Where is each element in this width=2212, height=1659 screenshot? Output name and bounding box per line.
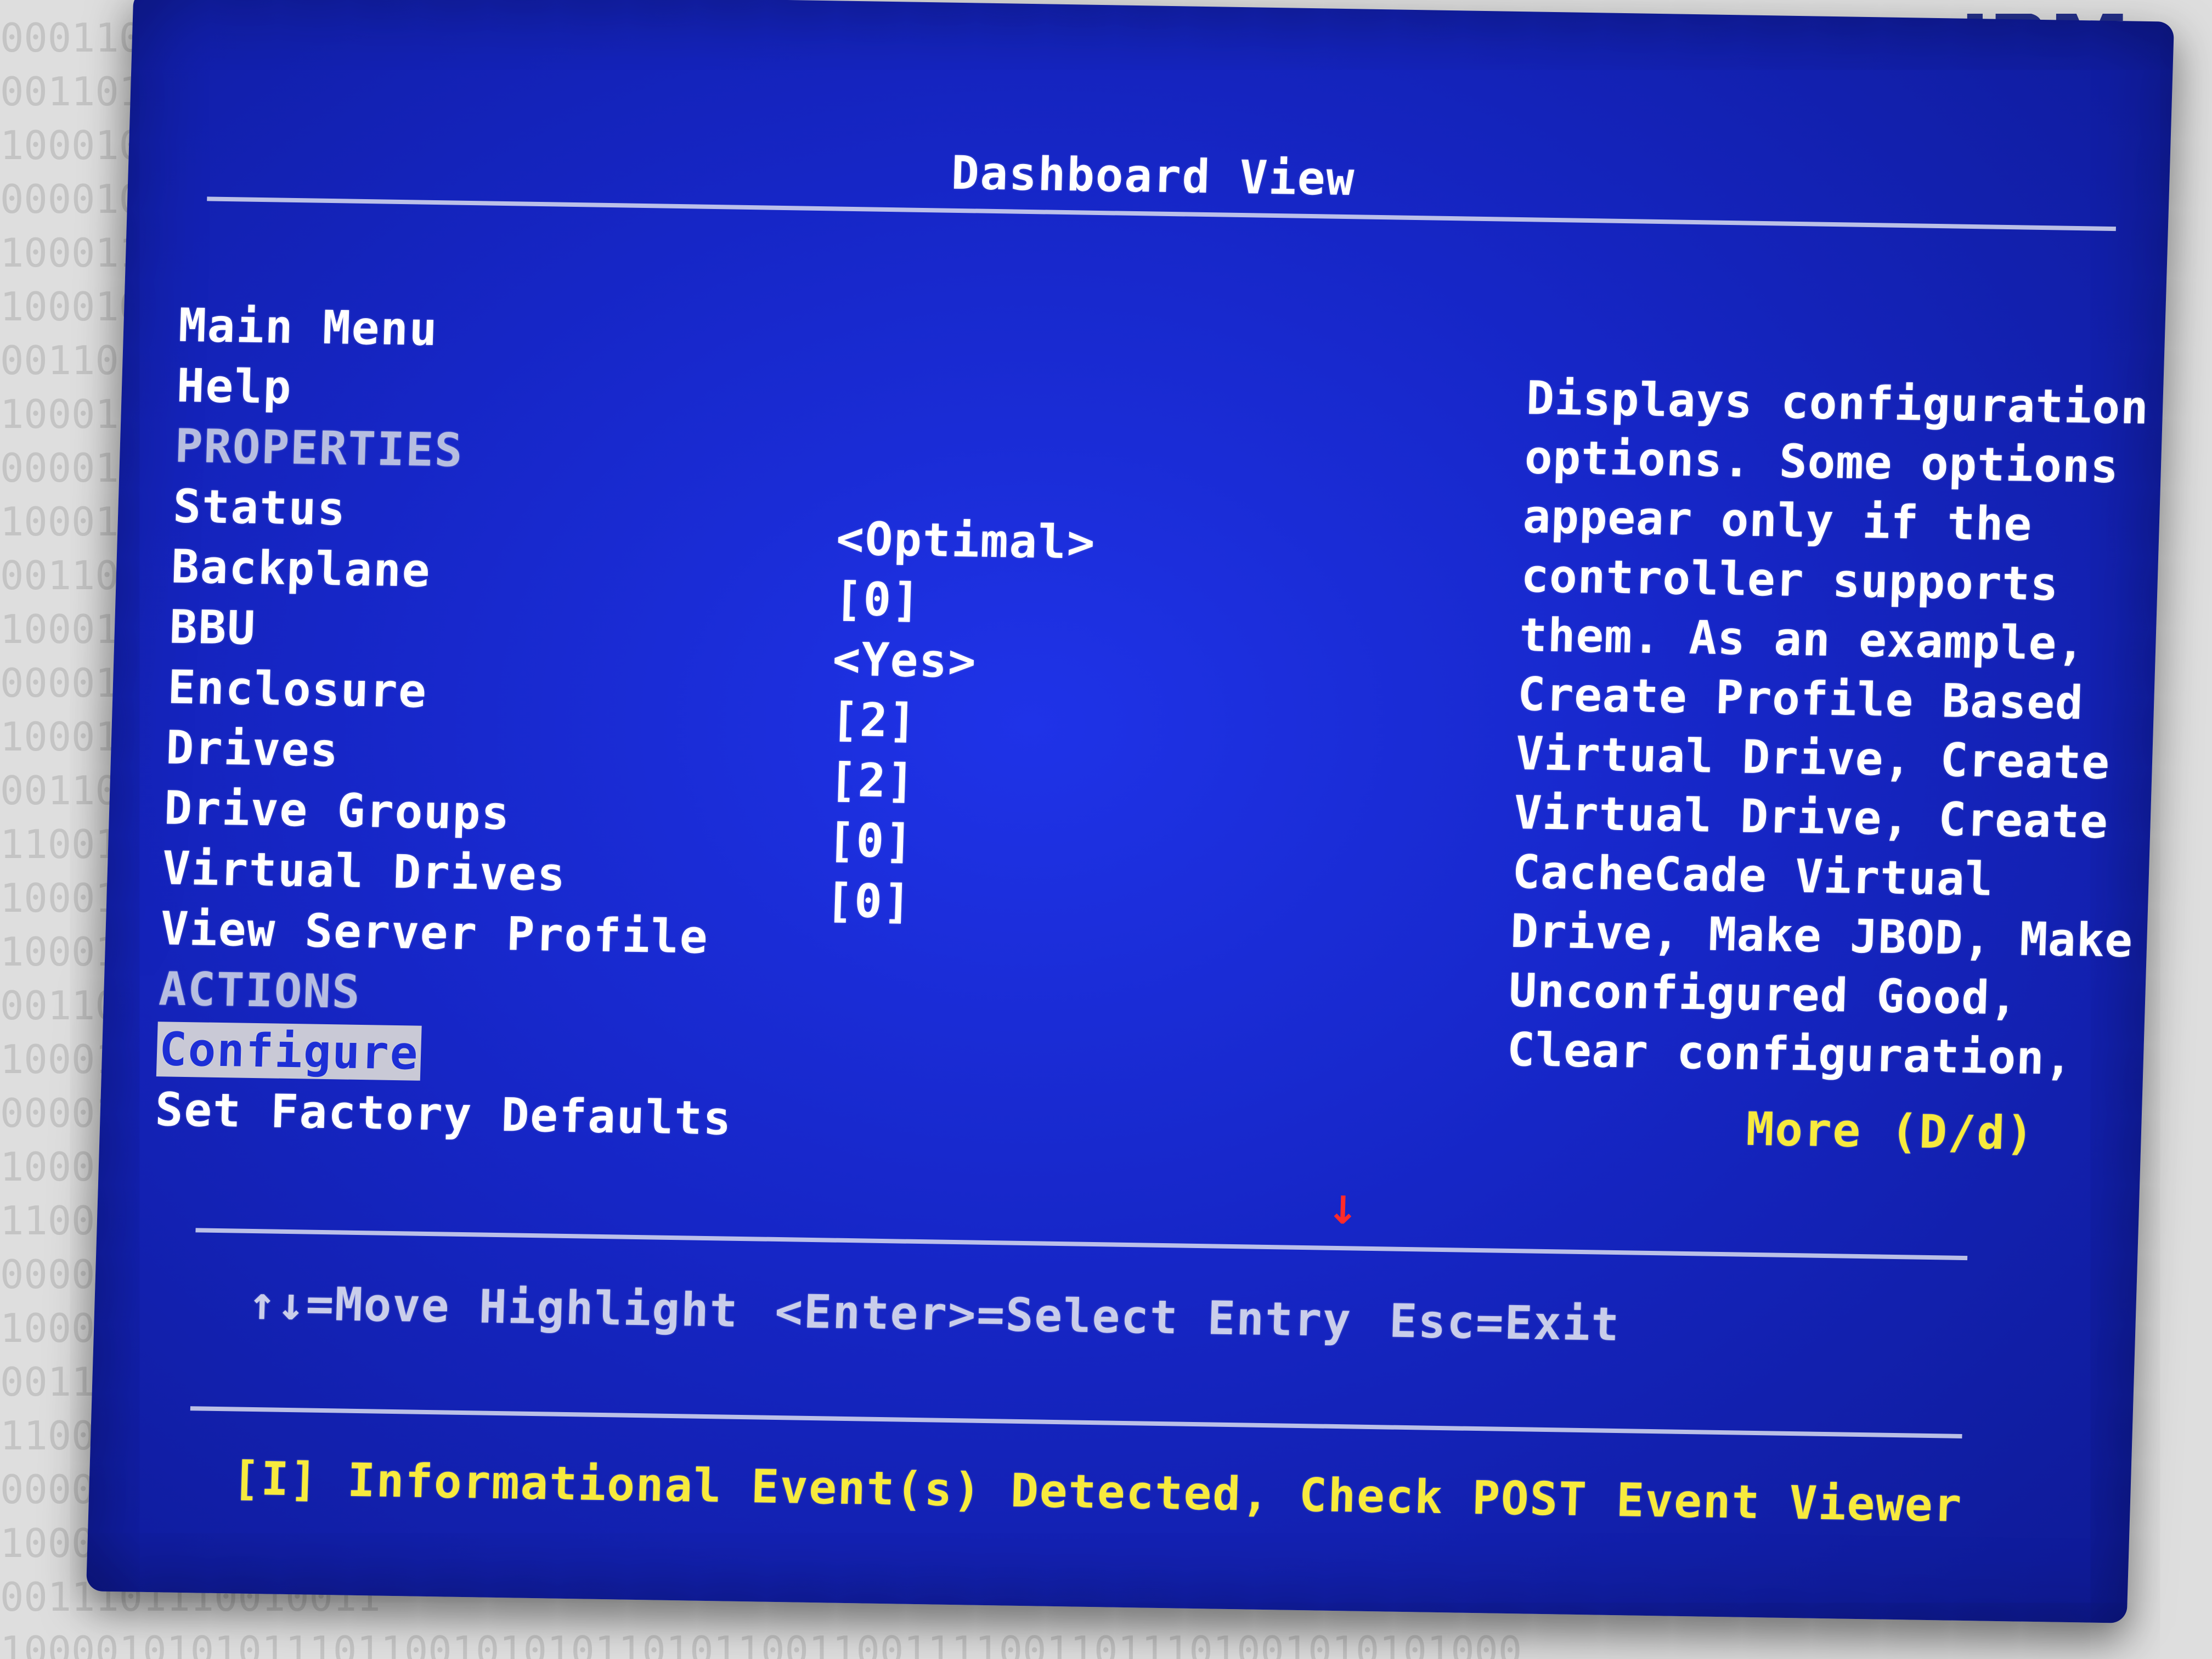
status-divider (190, 1406, 1962, 1438)
menu-item-enclosure[interactable]: Enclosure (167, 659, 428, 718)
help-line: controller supports (1520, 549, 2059, 611)
menu-item-drives[interactable]: Drives (165, 720, 340, 777)
menu-item-view-server-profile[interactable]: View Server Profile (160, 901, 709, 964)
menu-item-drive-groups[interactable]: Drive Groups (163, 780, 511, 840)
menu-item-set-factory-defaults[interactable]: Set Factory Defaults (155, 1082, 733, 1146)
help-line: Clear configuration, (1506, 1022, 2074, 1086)
move-highlight-hint: ↑↓=Move Highlight (247, 1276, 740, 1338)
section-header-properties: PROPERTIES (174, 419, 465, 477)
menu-item-backplane[interactable]: Backplane (171, 539, 432, 598)
page-title: Dashboard View (950, 145, 1356, 206)
section-header-actions: ACTIONS (158, 962, 362, 1019)
binary-row: 1000010101011101100101010110101100110011… (0, 1628, 1522, 1659)
menu-item-main-menu[interactable]: Main Menu (178, 298, 439, 357)
status-message: [I] Informational Event(s) Detected, Che… (231, 1451, 1963, 1532)
select-entry-hint: <Enter>=Select Entry (774, 1284, 1353, 1347)
help-line: appear only if the (1522, 489, 2033, 551)
value-backplane: [0] (833, 572, 922, 627)
menu-item-help[interactable]: Help (176, 358, 293, 415)
help-line: Displays configuration (1525, 371, 2150, 435)
menu-item-status[interactable]: Status (172, 479, 347, 537)
help-line: Create Profile Based (1516, 667, 2085, 730)
help-panel: Displays configuration options. Some opti… (1506, 368, 2150, 1088)
help-line: options. Some options (1523, 430, 2120, 494)
help-line: Unconfigured Good, (1508, 963, 2019, 1025)
help-line: CacheCade Virtual (1511, 844, 1994, 906)
exit-hint: Esc=Exit (1388, 1294, 1621, 1352)
help-more-link[interactable]: More (D/d) (1745, 1102, 2035, 1161)
scroll-down-icon: ↓ (1326, 1187, 1360, 1233)
value-drive-groups: [0] (826, 813, 915, 868)
value-virtual-drives: [0] (825, 873, 913, 929)
bios-screen: Dashboard View Main Menu Help PROPERTIES St… (86, 0, 2175, 1623)
menu-item-configure[interactable]: Configure (156, 1022, 422, 1081)
help-line: Virtual Drive, Create (1515, 726, 2111, 790)
value-enclosure: [2] (830, 692, 918, 748)
value-drives: [2] (828, 753, 917, 808)
help-line: them. As an example, (1519, 608, 2086, 671)
menu-item-bbu[interactable]: BBU (169, 599, 257, 655)
help-line: Drive, Make JBOD, Make (1510, 904, 2134, 968)
hint-divider (195, 1228, 1968, 1261)
value-bbu: <Yes> (832, 632, 978, 689)
menu-item-virtual-drives[interactable]: Virtual Drives (162, 840, 567, 902)
help-line: Virtual Drive, Create (1513, 786, 2109, 849)
value-status: <Optimal> (835, 511, 1097, 569)
